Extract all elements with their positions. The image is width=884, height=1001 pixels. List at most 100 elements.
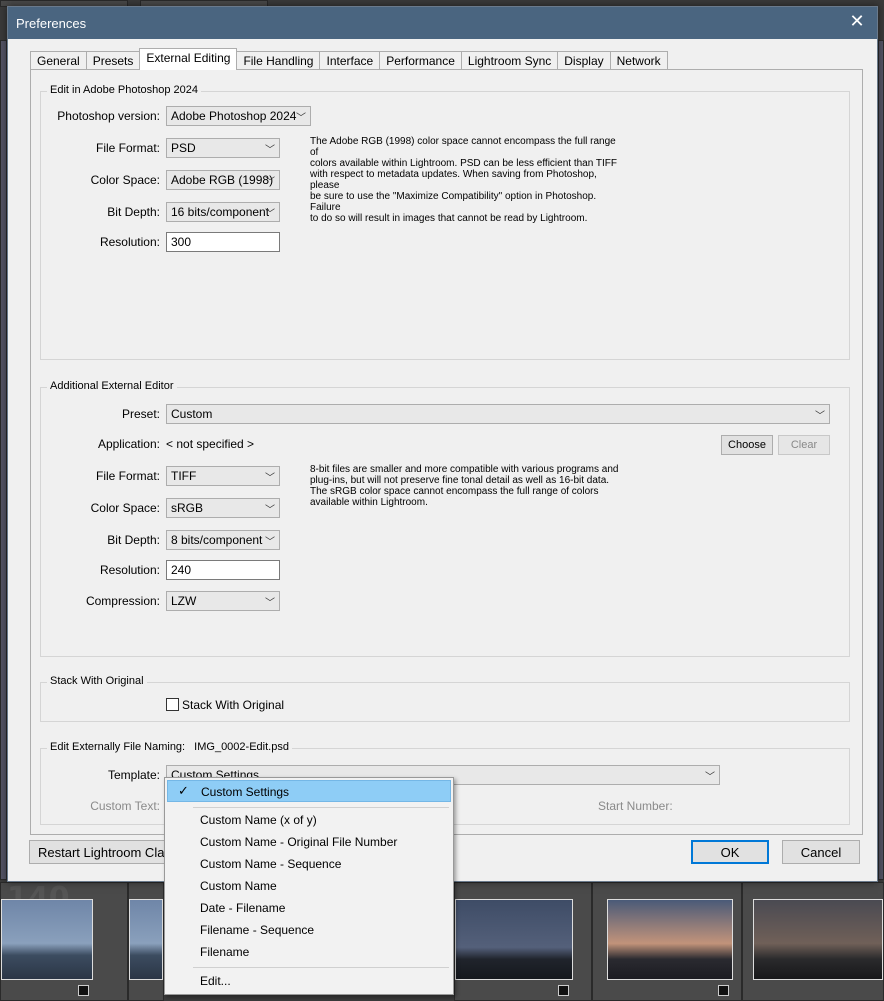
additional-note: 8-bit files are smaller and more compati… [310, 464, 620, 508]
menu-item-label: Custom Settings [201, 785, 290, 799]
application-value: < not specified > [166, 437, 255, 451]
checkmark-icon: ✓ [178, 783, 189, 798]
chevron-down-icon: ﹀ [265, 145, 275, 156]
menu-item[interactable]: Custom Name - Original File Number [167, 831, 451, 853]
preset-select[interactable]: Custom ﹀ [166, 404, 830, 424]
photo-thumbnail [607, 899, 733, 980]
color-space-label: Color Space: [90, 173, 160, 187]
chevron-down-icon: ﹀ [296, 113, 306, 124]
thumbnail-cell[interactable] [454, 882, 592, 1001]
photo-thumbnail [129, 899, 163, 980]
clear-button[interactable]: Clear [778, 435, 830, 455]
menu-item[interactable]: Custom Name - Sequence [167, 853, 451, 875]
resolution-input[interactable]: 240 [166, 560, 280, 580]
resolution-input[interactable]: 300 [166, 232, 280, 252]
file-format-label: File Format: [95, 141, 160, 155]
select-value: Custom [171, 407, 213, 421]
bit-depth-select[interactable]: 16 bits/component ﹀ [166, 202, 280, 222]
select-value: 16 bits/component [171, 205, 270, 219]
menu-item[interactable]: Filename - Sequence [167, 919, 451, 941]
color-space-select[interactable]: sRGB ﹀ [166, 498, 280, 518]
color-space-select[interactable]: Adobe RGB (1998) ﹀ [166, 170, 280, 190]
menu-item[interactable]: Date - Filename [167, 897, 451, 919]
chevron-down-icon: ﹀ [265, 598, 275, 609]
tab-network[interactable]: Network [609, 51, 668, 70]
compression-label: Compression: [85, 594, 160, 608]
chevron-down-icon: ﹀ [815, 411, 825, 422]
preferences-dialog: Preferences ✕ General Presets External E… [7, 6, 878, 882]
tab-lightroom-sync[interactable]: Lightroom Sync [460, 51, 559, 70]
menu-item-custom-settings[interactable]: ✓ Custom Settings [167, 780, 451, 802]
menu-item-edit[interactable]: Edit... [167, 970, 451, 992]
naming-example: IMG_0002-Edit.psd [194, 741, 289, 753]
file-format-label: File Format: [95, 469, 160, 483]
bit-depth-label: Bit Depth: [107, 533, 160, 547]
template-dropdown-menu: ✓ Custom Settings Custom Name (x of y) C… [164, 777, 454, 995]
menu-item[interactable]: Filename [167, 941, 451, 963]
chevron-down-icon: ﹀ [265, 505, 275, 516]
note-line: plug-ins, but will not preserve fine ton… [310, 475, 610, 486]
select-value: TIFF [171, 469, 197, 483]
thumbnail-edge [0, 40, 7, 880]
cancel-button[interactable]: Cancel [782, 840, 860, 864]
photo-thumbnail [1, 899, 93, 980]
edit-badge-icon [78, 985, 89, 996]
start-number-label: Start Number: [598, 799, 673, 813]
legend-text: Edit Externally File Naming: [50, 741, 186, 753]
compression-select[interactable]: LZW ﹀ [166, 591, 280, 611]
photo-thumbnail [455, 899, 573, 980]
tab-display[interactable]: Display [557, 51, 611, 70]
thumbnail-cell[interactable]: 140 [0, 881, 128, 1001]
application-label: Application: [97, 437, 160, 451]
menu-item[interactable]: Custom Name (x of y) [167, 809, 451, 831]
close-icon[interactable]: ✕ [845, 11, 869, 32]
tab-interface[interactable]: Interface [319, 51, 381, 70]
preset-label: Preset: [121, 407, 160, 421]
template-label: Template: [107, 768, 160, 782]
select-value: LZW [171, 594, 197, 608]
tab-performance[interactable]: Performance [379, 51, 462, 70]
tab-general[interactable]: General [30, 51, 87, 70]
thumbnail-cell[interactable] [742, 882, 884, 1001]
bit-depth-label: Bit Depth: [107, 205, 160, 219]
color-space-label: Color Space: [90, 501, 160, 515]
select-value: Adobe RGB (1998) [171, 173, 274, 187]
group-legend: Edit Externally File Naming: IMG_0002-Ed… [47, 741, 292, 753]
chevron-down-icon: ﹀ [265, 177, 275, 188]
note-line: The Adobe RGB (1998) color space cannot … [310, 136, 616, 158]
file-format-select[interactable]: PSD ﹀ [166, 138, 280, 158]
select-value: 8 bits/component [171, 533, 263, 547]
stack-with-original-label[interactable]: Stack With Original [182, 698, 284, 712]
menu-item[interactable]: Custom Name [167, 875, 451, 897]
select-value: sRGB [171, 501, 204, 515]
chevron-down-icon: ﹀ [705, 772, 715, 783]
chevron-down-icon: ﹀ [265, 473, 275, 484]
custom-text-label: Custom Text: [90, 799, 160, 813]
tab-presets[interactable]: Presets [85, 51, 141, 70]
tab-external-editing[interactable]: External Editing [139, 48, 238, 70]
group-legend: Stack With Original [47, 675, 147, 687]
file-format-select[interactable]: TIFF ﹀ [166, 466, 280, 486]
chevron-down-icon: ﹀ [265, 209, 275, 220]
thumbnail-cell[interactable] [592, 882, 742, 1001]
resolution-label: Resolution: [99, 563, 160, 577]
edit-badge-icon [718, 985, 729, 996]
tab-file-handling[interactable]: File Handling [236, 51, 321, 70]
ok-button[interactable]: OK [691, 840, 769, 864]
note-line: available within Lightroom. [310, 497, 428, 508]
window-title: Preferences [16, 16, 87, 31]
resolution-label: Resolution: [99, 235, 160, 249]
photoshop-version-select[interactable]: Adobe Photoshop 2024 ﹀ [166, 106, 311, 126]
menu-separator [193, 807, 449, 808]
group-legend: Additional External Editor [47, 380, 177, 392]
photoshop-group: Edit in Adobe Photoshop 2024 Photoshop v… [40, 84, 850, 360]
external-editing-panel: Edit in Adobe Photoshop 2024 Photoshop v… [30, 69, 863, 835]
stack-with-original-checkbox[interactable] [166, 698, 179, 711]
note-line: 8-bit files are smaller and more compati… [310, 464, 619, 475]
stack-group: Stack With Original Stack With Original [40, 675, 850, 722]
menu-separator [193, 967, 449, 968]
choose-button[interactable]: Choose [721, 435, 773, 455]
bit-depth-select[interactable]: 8 bits/component ﹀ [166, 530, 280, 550]
title-bar: Preferences ✕ [8, 7, 877, 39]
note-line: The sRGB color space cannot encompass th… [310, 486, 599, 497]
